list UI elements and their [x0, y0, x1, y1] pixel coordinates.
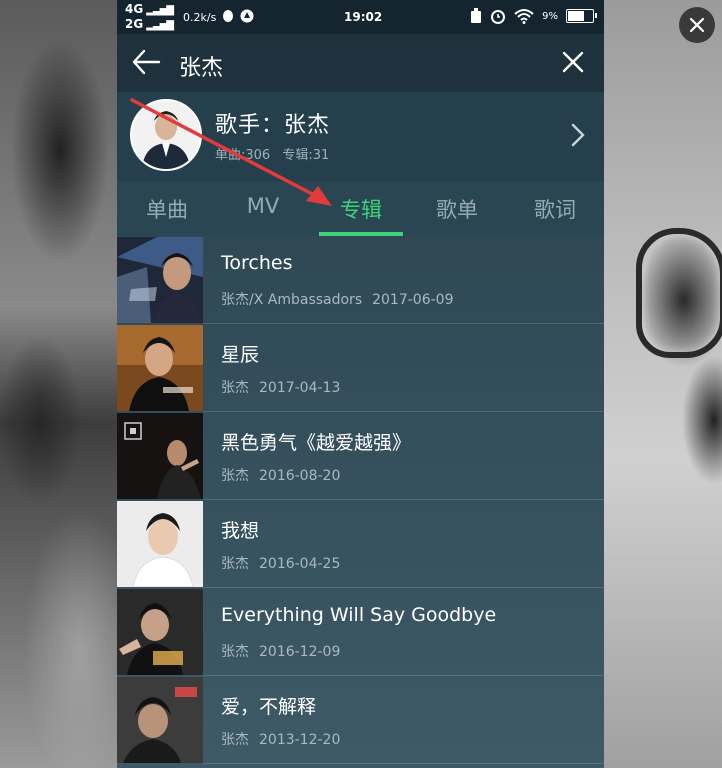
album-date: 2017-04-13 [259, 380, 341, 396]
list-item[interactable]: Torches 张杰/X Ambassadors 2017-06-09 [117, 236, 604, 324]
qq-icon [223, 10, 233, 22]
album-date: 2013-12-20 [259, 732, 341, 748]
album-meta: 张杰 2016-12-09 [221, 641, 340, 661]
album-cover [117, 589, 203, 675]
list-item[interactable]: 黑色勇气《越爱越强》 张杰 2016-08-20 [117, 412, 604, 500]
album-artists: 张杰 [221, 468, 249, 484]
back-arrow-icon [132, 49, 161, 75]
album-list: Torches 张杰/X Ambassadors 2017-06-09 星辰 张… [117, 236, 604, 764]
album-meta: 张杰 2016-04-25 [221, 553, 340, 573]
album-date: 2016-04-25 [259, 556, 341, 572]
phone-screen: 4G ▂▃▅▇ 2G ▂▃▅▇ 0.2k/s 19:02 9% 张杰 歌手：张杰… [117, 0, 604, 768]
battery-icon [566, 9, 597, 23]
album-cover [117, 677, 203, 763]
album-cover [117, 237, 203, 323]
album-title: 爱，不解释 [221, 696, 317, 718]
clock: 19:02 [344, 10, 383, 24]
status-bar: 4G ▂▃▅▇ 2G ▂▃▅▇ 0.2k/s 19:02 9% [117, 0, 604, 34]
album-cover [117, 413, 203, 499]
close-icon [562, 51, 584, 73]
viewer-close-button[interactable] [679, 7, 715, 43]
result-tabs: 单曲 MV 专辑 歌单 歌词 [117, 182, 604, 236]
battery-level [568, 11, 585, 21]
tab-albums[interactable]: 专辑 [313, 194, 409, 224]
singles-count: 单曲:306 [215, 148, 271, 163]
album-artists: 张杰 [221, 380, 249, 396]
network-top-label: 4G [125, 2, 144, 16]
list-item[interactable]: 星辰 张杰 2017-04-13 [117, 324, 604, 412]
status-right-icons: 9% [470, 8, 597, 24]
sim-lock-icon [471, 8, 482, 23]
artist-stats: 单曲:306 专辑:31 [215, 144, 337, 163]
list-item[interactable]: 我想 张杰 2016-04-25 [117, 500, 604, 588]
album-date: 2016-12-09 [259, 644, 341, 660]
screenshot-stage: 4G ▂▃▅▇ 2G ▂▃▅▇ 0.2k/s 19:02 9% 张杰 歌手：张杰… [0, 0, 722, 768]
album-meta: 张杰 2017-04-13 [221, 377, 340, 397]
back-button[interactable] [131, 48, 167, 78]
album-date: 2017-06-09 [372, 292, 454, 308]
signal-bars-icon: ▂▃▅▇ [146, 20, 174, 31]
alarm-icon [491, 10, 506, 24]
blurred-background-right [604, 0, 722, 768]
tab-lyrics[interactable]: 歌词 [507, 194, 603, 224]
album-title: 黑色勇气《越爱越强》 [221, 432, 412, 454]
blurred-background-left [0, 0, 118, 768]
album-artists: 张杰/X Ambassadors [221, 292, 363, 308]
tab-singles[interactable]: 单曲 [119, 194, 215, 224]
album-title: 我想 [221, 520, 260, 542]
album-cover [117, 325, 203, 411]
background-earring [636, 228, 722, 358]
artist-name: 歌手：张杰 [215, 113, 331, 138]
network-bottom-label: 2G [125, 17, 144, 31]
album-title: 星辰 [221, 344, 260, 366]
network-speed: 0.2k/s [183, 11, 217, 24]
wifi-icon [514, 9, 534, 24]
chevron-right-icon [571, 123, 585, 147]
album-title: Torches [221, 252, 293, 274]
list-item[interactable]: 爱，不解释 张杰 2013-12-20 [117, 676, 604, 764]
artist-card[interactable]: 歌手：张杰 单曲:306 专辑:31 [117, 92, 604, 182]
search-query[interactable]: 张杰 [179, 50, 223, 82]
album-date: 2016-08-20 [259, 468, 341, 484]
album-artists: 张杰 [221, 644, 249, 660]
clear-search-button[interactable] [560, 49, 590, 79]
albums-count: 专辑:31 [282, 148, 330, 163]
album-meta: 张杰 2013-12-20 [221, 729, 340, 749]
search-header: 张杰 [117, 34, 604, 92]
tab-mv[interactable]: MV [215, 194, 311, 218]
album-cover [117, 501, 203, 587]
list-item[interactable]: Everything Will Say Goodbye 张杰 2016-12-09 [117, 588, 604, 676]
network-indicator: 4G ▂▃▅▇ 2G ▂▃▅▇ [125, 2, 174, 32]
app-notification-icon [240, 9, 254, 23]
signal-bars-icon: ▂▃▅▇ [146, 5, 174, 16]
notification-icons [221, 8, 255, 27]
album-artists: 张杰 [221, 556, 249, 572]
close-icon [689, 17, 705, 33]
tab-playlists[interactable]: 歌单 [409, 194, 505, 224]
album-meta: 张杰/X Ambassadors 2017-06-09 [221, 289, 453, 309]
artist-avatar [130, 99, 202, 171]
battery-percent: 9% [542, 10, 558, 22]
album-artists: 张杰 [221, 732, 249, 748]
album-meta: 张杰 2016-08-20 [221, 465, 340, 485]
album-title: Everything Will Say Goodbye [221, 604, 497, 626]
